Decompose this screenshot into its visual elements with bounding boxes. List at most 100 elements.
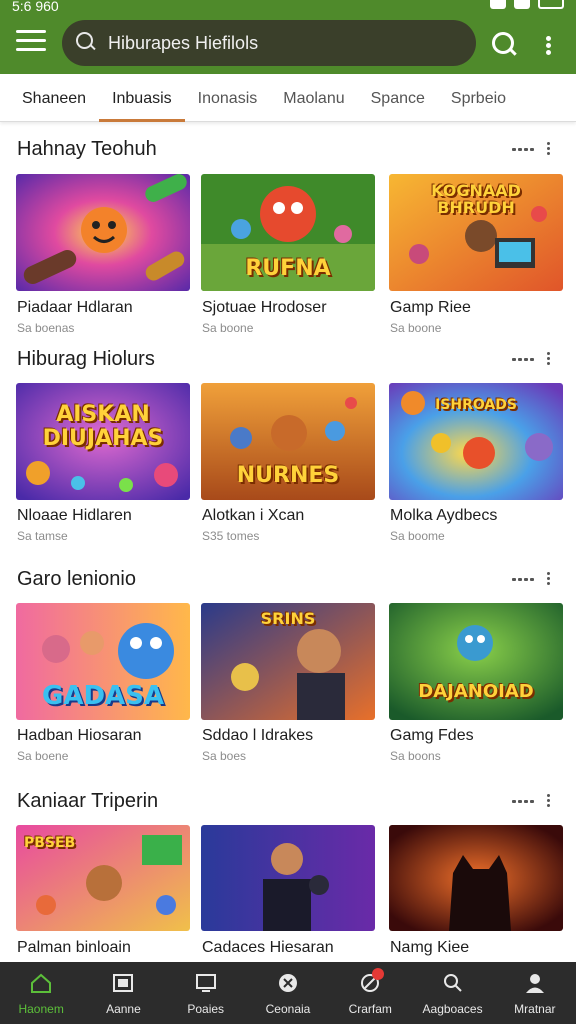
status-time: 5:6 960 [12, 0, 59, 14]
search-icon [443, 974, 462, 992]
card-subtitle: Sa boone [202, 321, 254, 335]
game-card[interactable]: SRINS Sddao l Idrakes Sa boes [201, 603, 375, 763]
monitor-icon [195, 974, 216, 992]
game-thumbnail: DAJANOIAD [389, 603, 563, 720]
more-dots-icon[interactable] [512, 578, 536, 584]
game-thumbnail [201, 825, 375, 931]
card-subtitle: Sa boone [390, 321, 442, 335]
card-subtitle: Sa boons [390, 749, 441, 763]
thumbnail-title: DAJANOIAD [418, 681, 534, 702]
card-title: Gamg Fdes [390, 727, 474, 744]
nav-item-ceonaia[interactable]: Ceonaia [247, 962, 329, 1024]
menu-button[interactable] [16, 30, 46, 56]
search-icon [76, 32, 98, 54]
game-card[interactable]: Piadaar Hdlaran Sa boenas [16, 174, 190, 335]
thumbnail-title: PBSEB [24, 835, 76, 851]
game-thumbnail [16, 174, 190, 291]
tab-shaneen[interactable]: Shaneen [0, 74, 99, 122]
search-input[interactable] [108, 32, 448, 54]
tab-spance[interactable]: Spance [358, 74, 438, 122]
game-card[interactable]: ISHROADS Molka Aydbecs Sa boome [389, 383, 563, 543]
game-thumbnail: SRINS [201, 603, 375, 720]
card-title: Gamp Riee [390, 299, 471, 316]
game-card[interactable]: Namg Kiee [389, 825, 563, 956]
battery-icon [538, 0, 564, 9]
thumbnail-title: AISKAN DIUJAHAS [42, 402, 164, 451]
game-thumbnail: PBSEB [16, 825, 190, 931]
game-thumbnail: GADASA [16, 603, 190, 720]
card-subtitle: Sa boene [17, 749, 69, 763]
tab-sprbeio[interactable]: Sprbeio [438, 74, 519, 122]
card-subtitle: Sa boenas [17, 321, 75, 335]
more-dots-icon[interactable] [512, 358, 536, 364]
nav-label: Aanne [106, 1002, 141, 1016]
overflow-menu-button[interactable] [543, 36, 553, 56]
search-button[interactable] [490, 30, 518, 58]
game-card[interactable]: GADASA Hadban Hiosaran Sa boene [16, 603, 190, 763]
thumbnail-title: SRINS [260, 609, 316, 628]
more-dots-icon[interactable] [512, 800, 536, 806]
thumbnail-title: GADASA [41, 681, 164, 711]
section-kaniaar-triperin: Kaniaar Triperin PBSEB Palman binloain C… [0, 790, 576, 962]
section-hahnay-teohuh: Hahnay Teohuh Piadaar Hdlaran Sa boenas [0, 138, 576, 348]
status-icons [490, 0, 564, 10]
search-bar[interactable] [62, 20, 476, 66]
section-hiburag-hiolurs: Hiburag Hiolurs AISKAN DIUJAHAS Nloaae H… [0, 348, 576, 558]
more-dots-icon[interactable] [512, 148, 536, 154]
game-card[interactable]: DAJANOIAD Gamg Fdes Sa boons [389, 603, 563, 763]
card-title: Nloaae Hidlaren [17, 507, 132, 524]
section-menu-button[interactable] [545, 794, 551, 810]
tab-maolanu[interactable]: Maolanu [270, 74, 357, 122]
game-thumbnail: RUFNA [201, 174, 375, 291]
card-title: Cadaces Hiesaran [202, 939, 334, 956]
nav-item-mratnar[interactable]: Mratnar [494, 962, 576, 1024]
nav-label: Mratnar [514, 1002, 556, 1016]
card-title: Sddao l Idrakes [202, 727, 314, 744]
game-thumbnail [389, 825, 563, 931]
game-card[interactable]: RUFNA Sjotuae Hrodoser Sa boone [201, 174, 375, 335]
nav-label: Ceonaia [265, 1002, 311, 1016]
gallery-icon [113, 974, 134, 992]
nav-label: Poaies [187, 1002, 225, 1016]
card-subtitle: Sa boes [202, 749, 247, 763]
card-subtitle: S35 tomes [202, 529, 260, 543]
section-menu-button[interactable] [545, 142, 551, 158]
card-title: Sjotuae Hrodoser [202, 299, 327, 316]
card-title: Hadban Hiosaran [17, 727, 142, 744]
nav-label: Aagboaces [422, 1002, 483, 1016]
wifi-icon [514, 0, 530, 9]
thumbnail-title: KOGNAAD BHRUDH [431, 181, 521, 217]
section-menu-button[interactable] [545, 352, 551, 368]
tab-inonasis[interactable]: Inonasis [185, 74, 271, 122]
nav-item-aagboaces[interactable]: Aagboaces [411, 962, 493, 1024]
card-title: Molka Aydbecs [390, 507, 498, 524]
section-title: Hahnay Teohuh [17, 138, 157, 160]
tab-inbuasis[interactable]: Inbuasis [99, 74, 185, 122]
profile-icon [525, 974, 544, 993]
game-card[interactable]: PBSEB Palman binloain [16, 825, 190, 956]
nav-label: Crarfam [348, 1002, 392, 1016]
section-title: Kaniaar Triperin [17, 790, 159, 812]
nav-item-poaies[interactable]: Poaies [165, 962, 247, 1024]
game-thumbnail: NURNES [201, 383, 375, 500]
nav-item-crarfam[interactable]: Crarfam [329, 962, 411, 1024]
card-subtitle: Sa boome [390, 529, 445, 543]
section-title: Garo lenionio [17, 568, 136, 590]
section-menu-button[interactable] [545, 572, 551, 588]
card-title: Alotkan i Xcan [202, 507, 305, 524]
app-bar: 5:6 960 [0, 0, 576, 74]
signal-icon [490, 0, 506, 9]
nav-item-haonem[interactable]: Haonem [0, 962, 82, 1024]
game-thumbnail: KOGNAAD BHRUDH [389, 174, 563, 291]
card-title: Piadaar Hdlaran [17, 299, 133, 316]
game-card[interactable]: AISKAN DIUJAHAS Nloaae Hidlaren Sa tamse [16, 383, 190, 543]
bottom-navigation: Haonem Aanne Poaies Ceonaia Crarfam Aagb… [0, 962, 576, 1024]
nav-label: Haonem [18, 1002, 64, 1016]
thumbnail-title: ISHROADS [435, 397, 517, 413]
card-title: Palman binloain [17, 939, 131, 956]
compass-icon [278, 974, 297, 992]
game-card[interactable]: KOGNAAD BHRUDH Gamp Riee Sa boone [389, 174, 563, 335]
nav-item-aanne[interactable]: Aanne [82, 962, 164, 1024]
game-card[interactable]: NURNES Alotkan i Xcan S35 tomes [201, 383, 375, 543]
game-card[interactable]: Cadaces Hiesaran [201, 825, 375, 956]
